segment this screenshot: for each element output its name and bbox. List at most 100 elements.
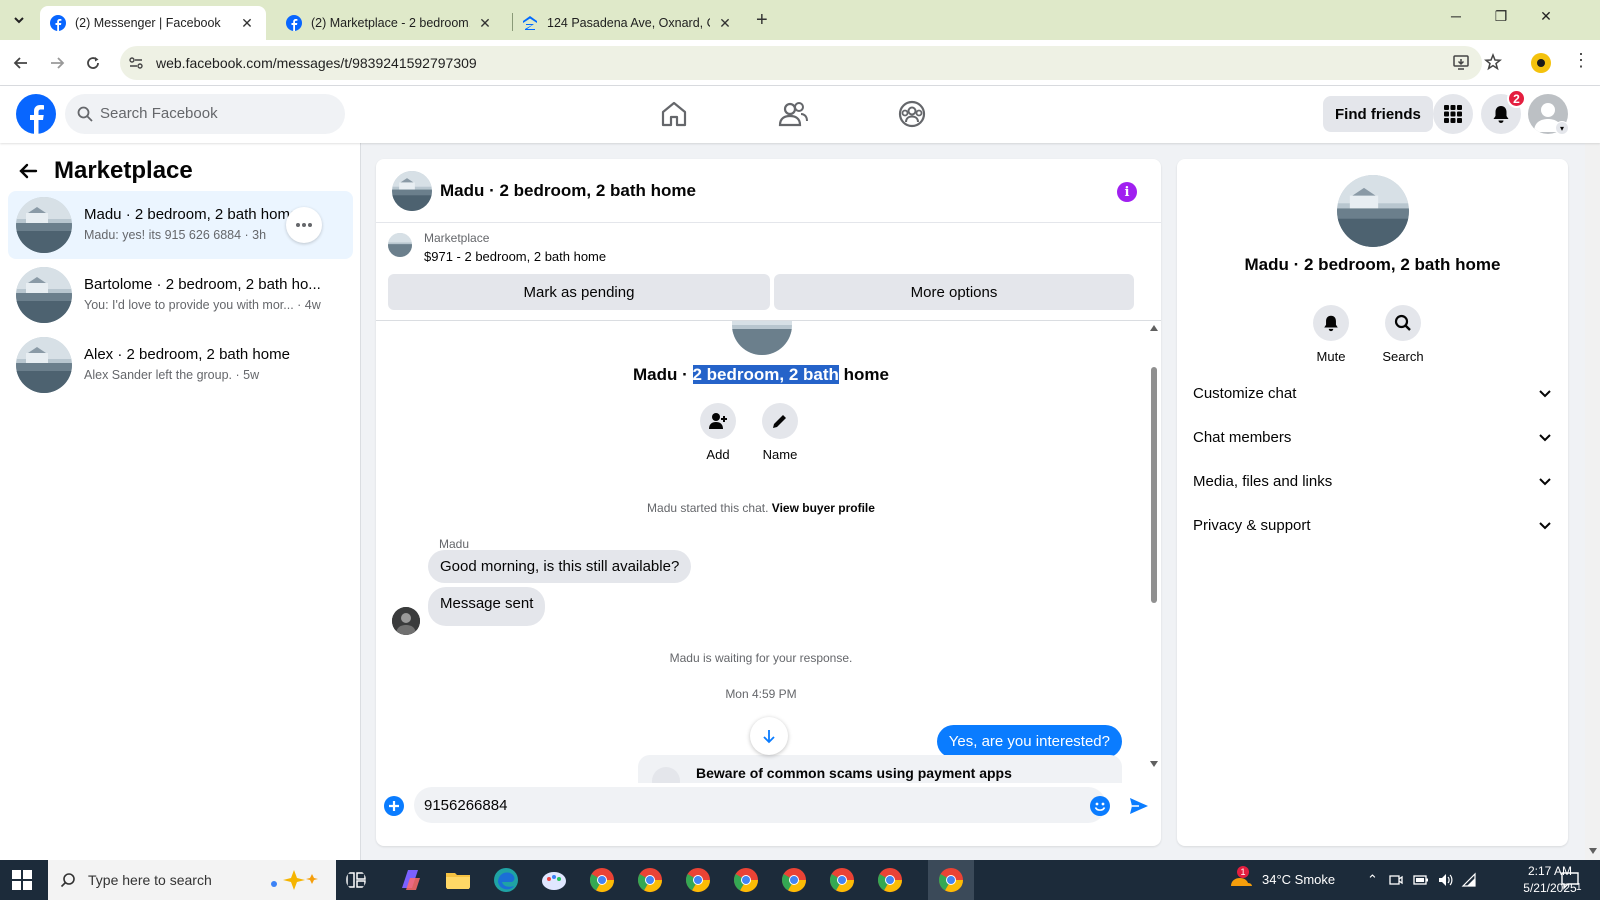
scroll-down-arrow-icon[interactable] (1589, 848, 1597, 854)
waiting-notice: Madu is waiting for your response. (669, 651, 853, 665)
plus-circle-icon[interactable] (384, 796, 404, 816)
privacy-support-section[interactable]: Privacy & support (1193, 507, 1553, 543)
chrome-icon[interactable] (780, 866, 808, 894)
notification-count: 1 (1576, 882, 1582, 893)
install-app-icon[interactable] (1452, 53, 1470, 71)
message-list[interactable]: Madu · 2 bedroom, 2 bath home Add Name M… (376, 321, 1146, 783)
chrome-icon[interactable] (937, 866, 965, 894)
more-options-button[interactable]: More options (774, 274, 1134, 310)
url-bar[interactable]: web.facebook.com/messages/t/983924159279… (120, 46, 1482, 80)
home-icon[interactable] (658, 98, 690, 130)
conversation-options-button[interactable] (286, 207, 322, 243)
add-people-action[interactable]: Add (688, 403, 748, 462)
tray-overflow-icon[interactable]: ⌃ (1367, 872, 1378, 888)
chrome-icon[interactable] (732, 866, 760, 894)
extension-icon[interactable] (1530, 52, 1552, 74)
outgoing-message[interactable]: Yes, are you interested? (936, 725, 1122, 758)
sender-avatar[interactable] (392, 607, 420, 635)
chrome-icon[interactable] (876, 866, 904, 894)
page-scrollbar[interactable] (1585, 86, 1600, 860)
chat-title[interactable]: Madu · 2 bedroom, 2 bath home (440, 181, 696, 201)
battery-icon[interactable] (1413, 873, 1429, 887)
message-input[interactable] (424, 787, 1064, 823)
meet-now-icon[interactable] (1389, 873, 1403, 887)
minimize-icon[interactable]: ─ (1444, 8, 1468, 24)
weather-badge: 1 (1237, 866, 1249, 878)
volume-icon[interactable] (1437, 872, 1453, 888)
windows-start-icon[interactable] (12, 870, 32, 890)
edge-icon[interactable] (492, 866, 520, 894)
search-icon (60, 873, 75, 888)
message-scrollbar[interactable] (1146, 321, 1161, 783)
copilot-icon[interactable] (396, 866, 424, 894)
tab-close-icon[interactable]: ✕ (238, 15, 256, 32)
tab-search-button[interactable] (6, 8, 32, 32)
groups-icon[interactable] (896, 98, 928, 130)
tab-marketplace[interactable]: (2) Marketplace - 2 bedroom, 2 ✕ (276, 6, 504, 40)
reload-icon[interactable] (82, 52, 104, 74)
scam-warning-card[interactable]: Beware of common scams using payment app… (638, 755, 1122, 783)
bookmark-star-icon[interactable] (1484, 53, 1502, 71)
mark-as-pending-button[interactable]: Mark as pending (388, 274, 770, 310)
restore-icon[interactable]: ❐ (1489, 8, 1513, 25)
conversation-name: Alex · 2 bedroom, 2 bath home (84, 346, 290, 363)
conversation-item[interactable]: Madu · 2 bedroom, 2 bath home Madu: yes!… (8, 191, 353, 259)
tab-close-icon[interactable]: ✕ (476, 15, 494, 32)
taskbar-search-box[interactable]: Type here to search (48, 860, 336, 900)
new-tab-icon[interactable]: + (756, 9, 768, 32)
chrome-icon[interactable] (684, 866, 712, 894)
scroll-up-arrow-icon[interactable] (1150, 325, 1158, 331)
task-view-icon[interactable] (346, 870, 366, 890)
site-settings-icon[interactable] (128, 55, 144, 71)
conversation-avatar-large (732, 321, 792, 355)
media-files-links-section[interactable]: Media, files and links (1193, 463, 1553, 499)
conversation-avatar (16, 267, 72, 323)
chat-avatar[interactable] (392, 171, 432, 211)
back-arrow-icon[interactable] (18, 161, 38, 181)
weather-text[interactable]: 34°C Smoke (1262, 872, 1335, 887)
forward-icon[interactable] (46, 52, 68, 74)
facebook-search-input[interactable]: Search Facebook (65, 94, 345, 134)
mute-label: Mute (1316, 349, 1346, 364)
view-buyer-profile-link[interactable]: View buyer profile (772, 501, 875, 515)
name-chat-action[interactable]: Name (750, 403, 810, 462)
chat-members-section[interactable]: Chat members (1193, 419, 1553, 455)
account-chevron-icon[interactable]: ▾ (1555, 121, 1569, 135)
emoji-icon[interactable] (1090, 796, 1110, 816)
tab-close-icon[interactable]: ✕ (716, 15, 734, 32)
scrollbar-thumb[interactable] (1151, 367, 1157, 603)
info-icon[interactable]: i (1117, 182, 1137, 202)
facebook-logo-icon[interactable] (16, 94, 56, 134)
wifi-icon[interactable] (1461, 872, 1477, 888)
menu-grid-button[interactable] (1433, 94, 1473, 134)
tab-messenger[interactable]: (2) Messenger | Facebook ✕ (40, 6, 266, 40)
file-explorer-icon[interactable] (444, 866, 472, 894)
conversation-item[interactable]: Alex · 2 bedroom, 2 bath home Alex Sande… (8, 331, 353, 399)
customize-chat-section[interactable]: Customize chat (1193, 375, 1553, 411)
paint-icon[interactable] (540, 866, 568, 894)
tab-title: (2) Marketplace - 2 bedroom, 2 (311, 16, 470, 30)
mute-action[interactable]: Mute (1301, 305, 1361, 364)
conversation-item[interactable]: Bartolome · 2 bedroom, 2 bath ho... You:… (8, 261, 353, 329)
incoming-message[interactable]: Good morning, is this still available? (428, 550, 692, 583)
search-icon (77, 106, 93, 122)
title-prefix: Madu · (633, 365, 693, 384)
incoming-message[interactable]: Message sent (428, 587, 546, 626)
back-icon[interactable] (10, 52, 32, 74)
chrome-icon[interactable] (828, 866, 856, 894)
info-avatar[interactable] (1337, 175, 1409, 247)
tab-zillow[interactable]: 124 Pasadena Ave, Oxnard, CA ✕ (512, 6, 744, 40)
browser-menu-icon[interactable]: ⋮ (1572, 50, 1590, 71)
scroll-to-bottom-button[interactable] (750, 717, 788, 755)
search-action[interactable]: Search (1373, 305, 1433, 364)
chrome-icon[interactable] (588, 866, 616, 894)
close-window-icon[interactable]: ✕ (1534, 8, 1558, 25)
send-icon[interactable] (1128, 795, 1150, 817)
chrome-icon[interactable] (636, 866, 664, 894)
conversation-preview: Alex Sander left the group. · 5w (84, 368, 260, 382)
friends-icon[interactable] (777, 98, 809, 130)
info-name: Madu · 2 bedroom, 2 bath home (1244, 255, 1501, 274)
scroll-down-arrow-icon[interactable] (1150, 761, 1158, 767)
message-input-wrapper (414, 787, 1106, 823)
find-friends-button[interactable]: Find friends (1323, 96, 1433, 132)
